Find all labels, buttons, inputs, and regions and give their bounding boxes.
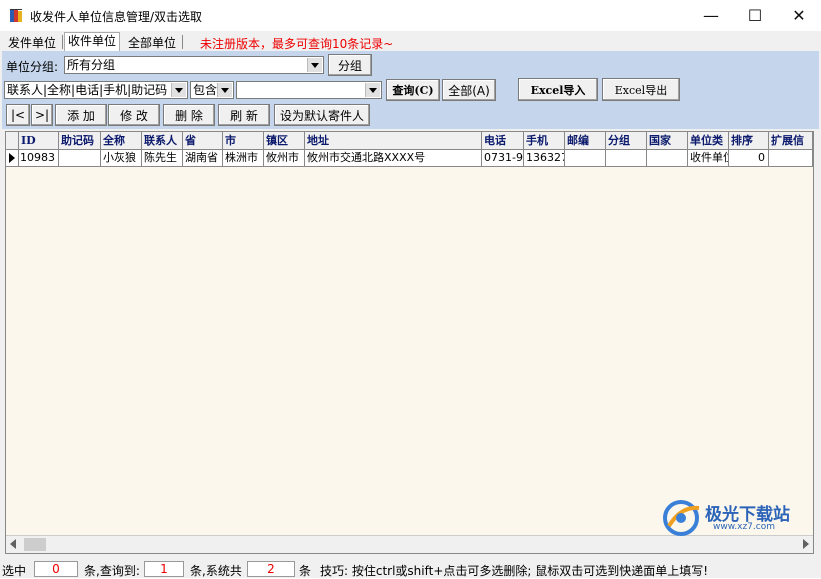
app-icon (10, 9, 22, 22)
column-header[interactable]: 国家 (647, 132, 688, 149)
cell-phone[interactable]: 0731-96 (482, 150, 524, 166)
total-label: 条,系统共 (190, 564, 242, 578)
search-input[interactable] (236, 81, 382, 99)
column-header[interactable]: 助记码 (59, 132, 101, 149)
query-button[interactable]: 查询(C) (386, 79, 440, 101)
column-header[interactable]: 单位类 (688, 132, 729, 149)
watermark: 极光下载站 www.xz7.com (661, 498, 811, 538)
window-title: 收发件人单位信息管理/双击选取 (30, 10, 203, 24)
cell-zip[interactable] (565, 150, 606, 166)
tab-separator (182, 35, 183, 49)
tip-text: 技巧: 按住ctrl或shift+点击可多选删除; 鼠标双击可选到快递面单上填写… (320, 564, 709, 578)
cell-unit-type[interactable]: 收件单位 (688, 150, 729, 166)
group-select-value: 所有分组 (67, 58, 116, 72)
current-row-arrow-icon (9, 153, 15, 163)
refresh-button[interactable]: 刷 新 (218, 104, 270, 126)
cell-district[interactable]: 攸州市 (264, 150, 305, 166)
column-header[interactable]: 分组 (606, 132, 647, 149)
column-header[interactable]: 镇区 (264, 132, 305, 149)
unregistered-notice: 未注册版本，最多可查询10条记录~ (200, 37, 394, 51)
maximize-button[interactable]: ☐ (733, 0, 777, 31)
add-button[interactable]: 添 加 (55, 104, 107, 126)
chevron-down-icon[interactable] (217, 83, 232, 97)
table-row[interactable]: 10983 小灰狼 陈先生 湖南省 株洲市 攸州市 攸州市交通北路XXXX号 0… (6, 150, 813, 167)
column-header[interactable]: 手机 (524, 132, 565, 149)
edit-button[interactable]: 修 改 (108, 104, 160, 126)
excel-export-button[interactable]: Excel导出 (602, 78, 680, 101)
grid-header: ID 助记码 全称 联系人 省 市 镇区 地址 电话 手机 邮编 分组 国家 单… (6, 132, 813, 150)
group-select[interactable]: 所有分组 (64, 56, 324, 74)
cell-country[interactable] (647, 150, 688, 166)
scroll-right-icon[interactable] (803, 539, 809, 549)
cell-id[interactable]: 10983 (19, 150, 59, 166)
watermark-logo-icon (663, 500, 700, 536)
field-select[interactable]: 联系人|全称|电话|手机|助记码 (4, 81, 188, 99)
group-button[interactable]: 分组 (328, 54, 372, 76)
cell-group[interactable] (606, 150, 647, 166)
cell-mnemonic[interactable] (59, 150, 101, 166)
cell-sort[interactable]: 0 (729, 150, 769, 166)
row-indicator (6, 150, 19, 166)
scroll-thumb[interactable] (24, 538, 46, 551)
minimize-button[interactable]: — (689, 0, 733, 31)
close-button[interactable]: ✕ (777, 0, 821, 31)
minimize-icon: — (703, 6, 719, 25)
chevron-down-icon[interactable] (365, 83, 380, 97)
cell-mobile[interactable]: 13632720 (524, 150, 565, 166)
scroll-left-icon[interactable] (10, 539, 16, 549)
tab-receiver[interactable]: 收件单位 (64, 32, 121, 52)
cell-contact[interactable]: 陈先生 (142, 150, 183, 166)
tab-separator (62, 35, 63, 49)
first-record-button[interactable]: |< (6, 104, 30, 126)
filter-panel: 单位分组: 所有分组 分组 联系人|全称|电话|手机|助记码 包含 查询(C) … (2, 51, 819, 129)
chevron-down-icon[interactable] (307, 58, 322, 72)
cell-address[interactable]: 攸州市交通北路XXXX号 (305, 150, 482, 166)
excel-import-button[interactable]: Excel导入 (518, 78, 598, 101)
unit-label: 条 (299, 564, 312, 578)
show-all-button[interactable]: 全部(A) (442, 79, 496, 101)
tab-strip: 发件单位 收件单位 全部单位 未注册版本，最多可查询10条记录~ (0, 31, 821, 53)
column-header[interactable]: 地址 (305, 132, 482, 149)
cell-city[interactable]: 株洲市 (223, 150, 264, 166)
column-header[interactable]: 市 (223, 132, 264, 149)
column-header[interactable]: 电话 (482, 132, 524, 149)
column-header[interactable]: 邮编 (565, 132, 606, 149)
status-bar: 选中 0 条,查询到: 1 条,系统共 2 条 技巧: 按住ctrl或shift… (0, 558, 821, 578)
total-count: 2 (247, 561, 295, 577)
cell-fullname[interactable]: 小灰狼 (101, 150, 142, 166)
cell-extra[interactable] (769, 150, 813, 166)
data-grid[interactable]: ID 助记码 全称 联系人 省 市 镇区 地址 电话 手机 邮编 分组 国家 单… (5, 131, 814, 554)
watermark-url: www.xz7.com (713, 522, 775, 532)
maximize-icon: ☐ (747, 6, 763, 25)
selected-label: 选中 (2, 564, 27, 578)
match-select-value: 包含 (193, 83, 218, 97)
query-label: 条,查询到: (84, 564, 140, 578)
chevron-down-icon[interactable] (171, 83, 186, 97)
column-header[interactable]: 排序 (729, 132, 769, 149)
group-label: 单位分组: (6, 60, 59, 74)
set-default-sender-button[interactable]: 设为默认寄件人 (274, 104, 370, 126)
column-header[interactable]: ID (19, 132, 59, 149)
client-area: 发件单位 收件单位 全部单位 未注册版本，最多可查询10条记录~ 单位分组: 所… (0, 31, 821, 578)
cell-province[interactable]: 湖南省 (183, 150, 223, 166)
query-count: 1 (144, 561, 184, 577)
last-record-button[interactable]: >| (31, 104, 53, 126)
delete-button[interactable]: 删 除 (163, 104, 215, 126)
column-header[interactable]: 全称 (101, 132, 142, 149)
selected-count: 0 (34, 561, 78, 577)
match-select[interactable]: 包含 (190, 81, 234, 99)
title-bar: 收发件人单位信息管理/双击选取 — ☐ ✕ (0, 0, 821, 31)
header-indicator (6, 132, 19, 149)
close-icon: ✕ (792, 6, 806, 25)
column-header[interactable]: 扩展信 (769, 132, 813, 149)
column-header[interactable]: 联系人 (142, 132, 183, 149)
field-select-value: 联系人|全称|电话|手机|助记码 (7, 83, 168, 97)
column-header[interactable]: 省 (183, 132, 223, 149)
